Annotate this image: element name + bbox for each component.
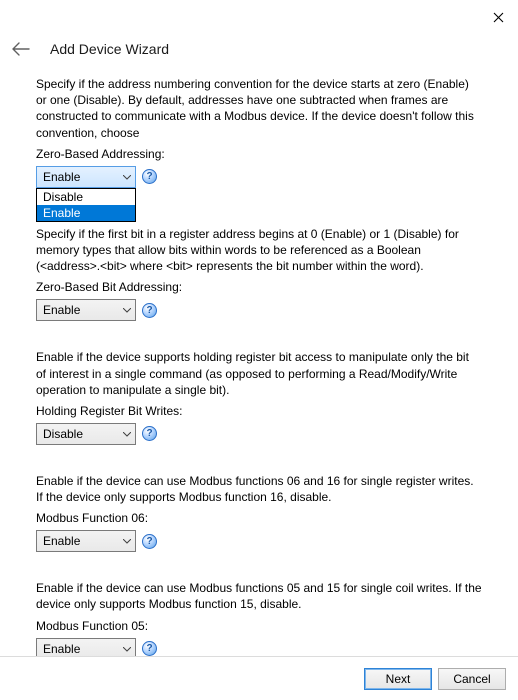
chevron-down-icon [123, 172, 131, 182]
help-icon[interactable]: ? [142, 303, 157, 318]
chevron-down-icon [123, 429, 131, 439]
help-icon[interactable]: ? [142, 426, 157, 441]
help-icon[interactable]: ? [142, 641, 157, 656]
chevron-down-icon [123, 644, 131, 654]
combo-value: Enable [43, 642, 80, 656]
combo-value: Enable [43, 534, 80, 548]
holding-reg-bit-writes-combo[interactable]: Disable [36, 423, 136, 445]
help-icon[interactable]: ? [142, 169, 157, 184]
header: Add Device Wizard [0, 30, 518, 76]
zero-based-addressing-desc: Specify if the address numbering convent… [36, 76, 482, 141]
titlebar [0, 0, 518, 30]
close-icon[interactable] [486, 5, 510, 29]
help-icon[interactable]: ? [142, 534, 157, 549]
chevron-down-icon [123, 305, 131, 315]
modbus-fn05-label: Modbus Function 05: [36, 619, 482, 633]
modbus-fn06-label: Modbus Function 06: [36, 511, 482, 525]
chevron-down-icon [123, 536, 131, 546]
zero-based-addressing-label: Zero-Based Addressing: [36, 147, 482, 161]
page-title: Add Device Wizard [50, 41, 169, 57]
modbus-fn06-desc: Enable if the device can use Modbus func… [36, 473, 482, 505]
zero-based-bit-combo[interactable]: Enable [36, 299, 136, 321]
modbus-fn05-desc: Enable if the device can use Modbus func… [36, 580, 482, 612]
modbus-fn06-combo[interactable]: Enable [36, 530, 136, 552]
cancel-button[interactable]: Cancel [438, 668, 506, 690]
content-area: Specify if the address numbering convent… [0, 76, 518, 660]
zero-based-addressing-dropdown: Disable Enable [36, 188, 136, 222]
holding-reg-bit-writes-label: Holding Register Bit Writes: [36, 404, 482, 418]
dropdown-option-disable[interactable]: Disable [37, 189, 135, 205]
dropdown-option-enable[interactable]: Enable [37, 205, 135, 221]
zero-based-addressing-combo[interactable]: Enable Disable Enable [36, 166, 136, 188]
back-arrow-icon[interactable] [12, 40, 30, 58]
next-button[interactable]: Next [364, 668, 432, 690]
combo-value: Enable [43, 303, 80, 317]
combo-value: Enable [43, 170, 80, 184]
zero-based-bit-desc: Specify if the first bit in a register a… [36, 226, 482, 275]
holding-reg-bit-writes-desc: Enable if the device supports holding re… [36, 349, 482, 398]
zero-based-bit-label: Zero-Based Bit Addressing: [36, 280, 482, 294]
footer: Next Cancel [0, 656, 518, 700]
combo-value: Disable [43, 427, 83, 441]
